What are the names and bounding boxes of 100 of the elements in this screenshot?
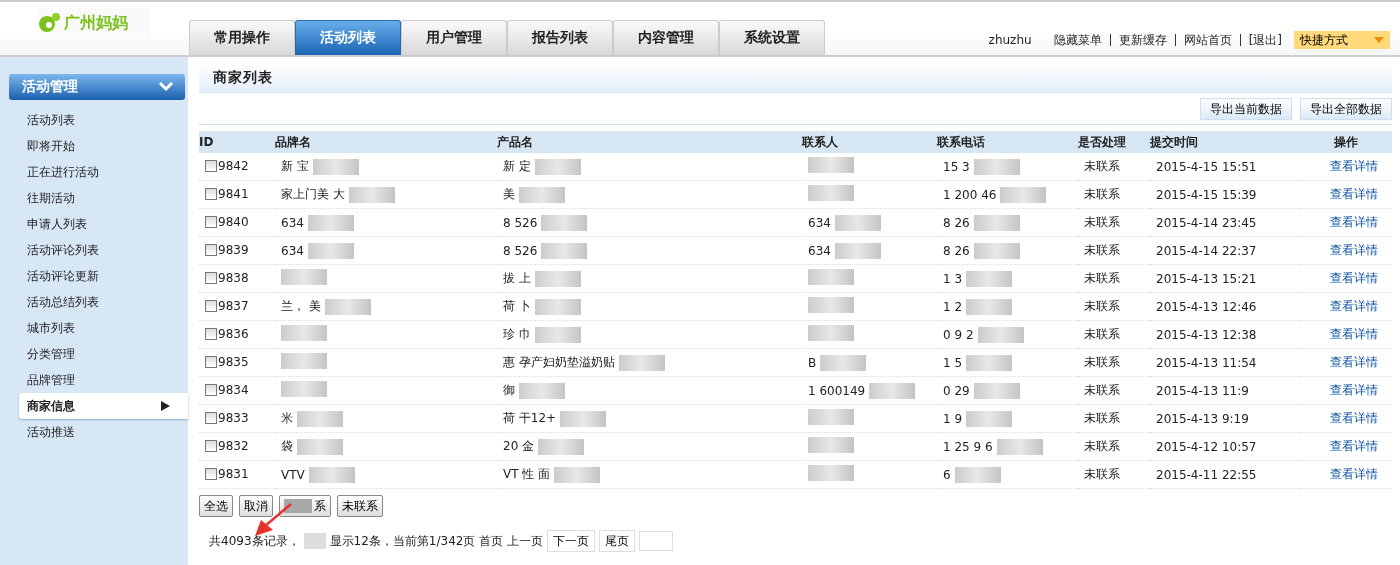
header-link[interactable]: [退出] — [1239, 34, 1290, 46]
sidebar-item[interactable]: 品牌管理 — [19, 367, 188, 393]
details-link[interactable]: 查看详情 — [1330, 187, 1378, 201]
status-cell: 未联系 — [1084, 243, 1120, 257]
row-checkbox[interactable] — [205, 243, 217, 256]
cell-text: 6 — [943, 467, 951, 482]
time-cell: 2015-4-13 11:9 — [1156, 383, 1249, 398]
id-cell: 9842 — [218, 158, 249, 173]
sidebar-item[interactable]: 活动评论更新 — [19, 263, 188, 289]
redaction-block — [303, 533, 326, 549]
action-button[interactable]: 系 — [279, 495, 331, 517]
row-checkbox[interactable] — [205, 271, 217, 284]
details-link[interactable]: 查看详情 — [1330, 355, 1378, 369]
cell-text: B — [808, 355, 817, 370]
sidebar-item[interactable]: 分类管理 — [19, 341, 188, 367]
cell-text: 珍 巾 — [503, 326, 531, 343]
sidebar-item[interactable]: 正在进行活动 — [19, 159, 188, 185]
row-checkbox[interactable] — [205, 299, 217, 312]
sidebar-item[interactable]: 活动推送 — [19, 419, 188, 445]
sidebar-item[interactable]: 申请人列表 — [19, 211, 188, 237]
page-link[interactable]: 上一页 — [507, 532, 544, 550]
sidebar-item[interactable]: 即将开始 — [19, 133, 188, 159]
cell-text: 8 26 — [943, 243, 970, 258]
nav-tab[interactable]: 用户管理 — [401, 20, 507, 55]
status-cell: 未联系 — [1084, 299, 1120, 313]
details-link[interactable]: 查看详情 — [1330, 383, 1378, 397]
nav-tab[interactable]: 活动列表 — [295, 20, 401, 55]
status-cell: 未联系 — [1084, 327, 1120, 341]
status-cell: 未联系 — [1084, 159, 1120, 173]
id-cell: 9837 — [218, 298, 249, 313]
header-link[interactable]: 隐藏菜单 — [1045, 31, 1110, 49]
id-cell: 9831 — [218, 466, 249, 481]
cell-text: 1 5 — [943, 355, 963, 370]
column-header: 产品名 — [497, 134, 533, 149]
id-cell: 9836 — [218, 326, 249, 341]
details-link[interactable]: 查看详情 — [1330, 327, 1378, 341]
header-link[interactable]: 网站首页 — [1174, 34, 1240, 46]
cell-text: 米 — [281, 410, 293, 427]
details-link[interactable]: 查看详情 — [1330, 215, 1378, 229]
row-checkbox[interactable] — [205, 439, 217, 452]
sidebar-item[interactable]: 活动总结列表 — [19, 289, 188, 315]
status-cell: 未联系 — [1084, 271, 1120, 285]
details-link[interactable]: 查看详情 — [1330, 159, 1378, 173]
action-button[interactable]: 未联系 — [337, 495, 383, 517]
row-checkbox[interactable] — [205, 159, 217, 172]
export-button[interactable]: 导出全部数据 — [1300, 98, 1392, 120]
page-button[interactable]: 下一页 — [547, 530, 596, 552]
shortcut-dropdown[interactable]: 快捷方式 — [1294, 31, 1390, 49]
export-button[interactable]: 导出当前数据 — [1200, 98, 1292, 120]
row-checkbox[interactable] — [205, 355, 217, 368]
cell-text: 15 3 — [943, 159, 970, 174]
cell-text: 1 600149 — [808, 383, 866, 398]
sidebar-item[interactable]: 活动列表 — [19, 107, 188, 133]
page-input[interactable] — [639, 531, 674, 551]
cell-text: 家上门美 大 — [281, 186, 345, 203]
page-link[interactable]: 首页 — [479, 532, 504, 550]
status-cell: 未联系 — [1084, 467, 1120, 481]
details-link[interactable]: 查看详情 — [1330, 243, 1378, 257]
details-link[interactable]: 查看详情 — [1330, 439, 1378, 453]
row-checkbox[interactable] — [205, 327, 217, 340]
column-header: 品牌名 — [275, 134, 311, 149]
action-button[interactable]: 取消 — [239, 495, 273, 517]
sidebar-item[interactable]: 活动评论列表 — [19, 237, 188, 263]
row-checkbox[interactable] — [205, 215, 217, 228]
details-link[interactable]: 查看详情 — [1330, 411, 1378, 425]
status-cell: 未联系 — [1084, 411, 1120, 425]
row-checkbox[interactable] — [205, 383, 217, 396]
details-link[interactable]: 查看详情 — [1330, 467, 1378, 481]
sidebar-item[interactable]: 城市列表 — [19, 315, 188, 341]
cell-text: 8 526 — [503, 215, 538, 230]
cell-text: 1 9 — [943, 411, 963, 426]
nav-tab[interactable]: 常用操作 — [189, 20, 295, 55]
row-checkbox[interactable] — [205, 411, 217, 424]
nav-tab[interactable]: 报告列表 — [507, 20, 613, 55]
status-cell: 未联系 — [1084, 383, 1120, 397]
id-cell: 9833 — [218, 410, 249, 425]
sidebar-item[interactable]: 往期活动 — [19, 185, 188, 211]
cell-text: VTV — [281, 467, 305, 482]
header-link[interactable]: 更新缓存 — [1109, 34, 1175, 46]
column-header: 联系电话 — [937, 134, 985, 149]
cell-text: 惠 孕产妇奶垫溢奶贴 — [503, 354, 615, 371]
row-checkbox[interactable] — [205, 467, 217, 480]
time-cell: 2015-4-15 15:39 — [1156, 187, 1257, 202]
cell-text: 634 — [808, 215, 831, 230]
cell-text: 634 — [808, 243, 831, 258]
action-button[interactable]: 全选 — [199, 495, 233, 517]
time-cell: 2015-4-12 10:57 — [1156, 439, 1257, 454]
sidebar-item[interactable]: 商家信息 — [19, 393, 188, 419]
time-cell: 2015-4-15 15:51 — [1156, 159, 1257, 174]
details-link[interactable]: 查看详情 — [1330, 271, 1378, 285]
status-cell: 未联系 — [1084, 215, 1120, 229]
details-link[interactable]: 查看详情 — [1330, 299, 1378, 313]
time-cell: 2015-4-13 12:46 — [1156, 299, 1257, 314]
row-checkbox[interactable] — [205, 187, 217, 200]
page-button[interactable]: 尾页 — [599, 530, 636, 552]
nav-tab[interactable]: 内容管理 — [613, 20, 719, 55]
cell-text: 8 526 — [503, 243, 538, 258]
time-cell: 2015-4-11 22:55 — [1156, 467, 1257, 482]
time-cell: 2015-4-13 9:19 — [1156, 411, 1249, 426]
nav-tab[interactable]: 系统设置 — [719, 20, 825, 55]
